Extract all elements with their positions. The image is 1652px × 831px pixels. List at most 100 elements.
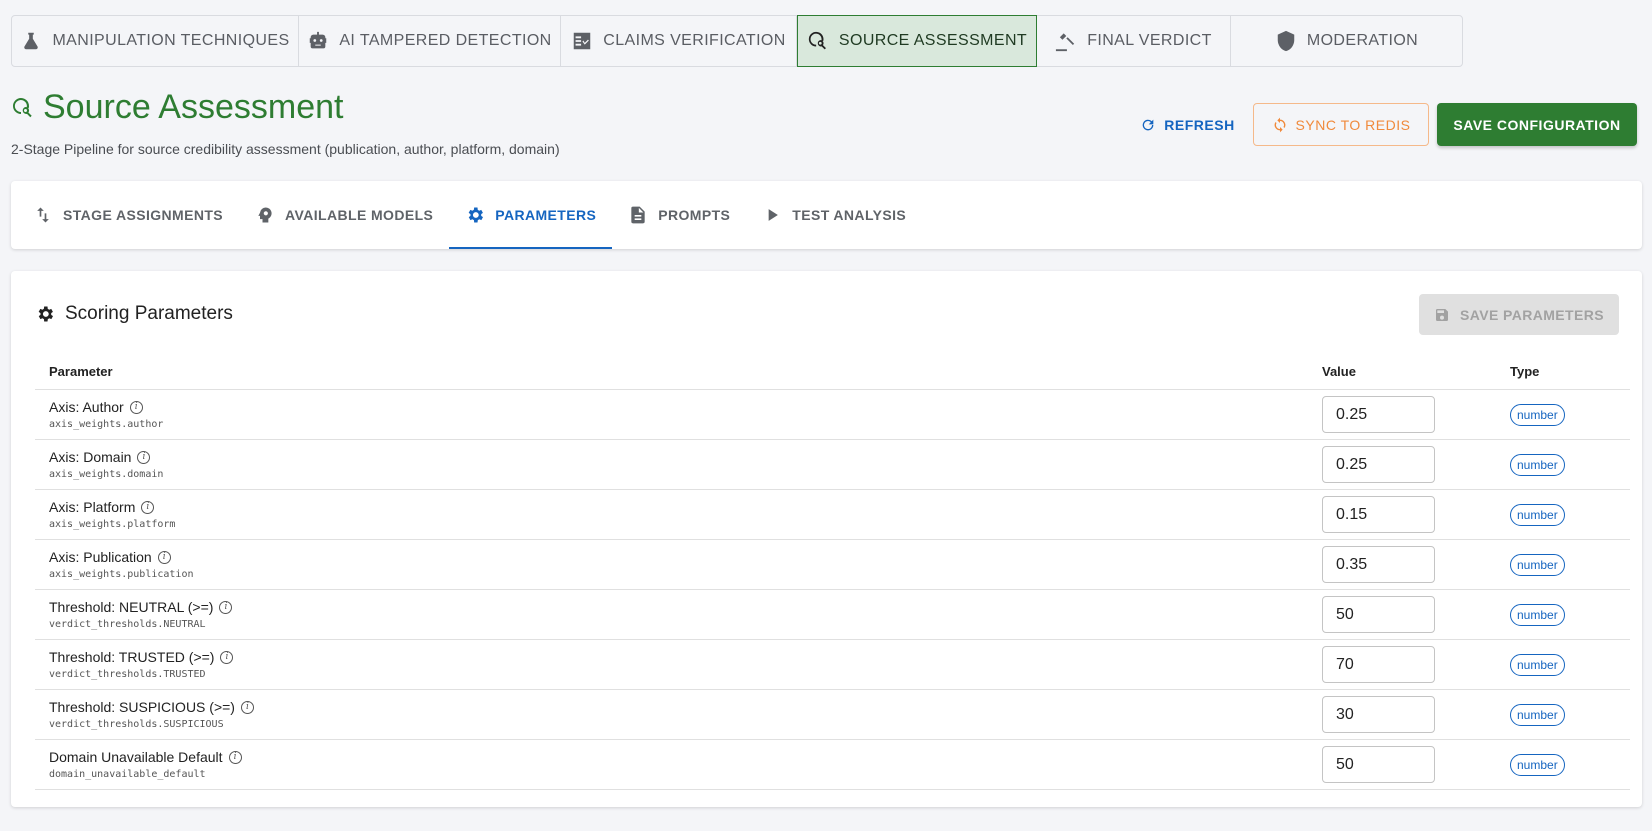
parameter-key: axis_weights.author: [49, 419, 164, 430]
column-header-value: Value: [1322, 364, 1356, 379]
parameter-label: Axis: Domain i: [49, 449, 1322, 465]
parameter-name: Domain Unavailable Default: [49, 749, 223, 765]
parameter-cell: Axis: Platform i axis_weights.platform: [35, 499, 1322, 530]
type-chip: number: [1510, 753, 1565, 776]
value-input[interactable]: [1322, 546, 1435, 583]
swap-vert-icon: [37, 207, 49, 223]
gear-icon: [468, 207, 484, 223]
parameter-name: Threshold: NEUTRAL (>=): [49, 599, 214, 615]
tab-source-assessment[interactable]: SOURCE ASSESSMENT: [797, 15, 1037, 67]
section-title: Scoring Parameters: [35, 303, 233, 325]
gear-icon: [38, 306, 53, 322]
value-input[interactable]: [1322, 596, 1435, 633]
tab-label: MODERATION: [1306, 32, 1419, 49]
parameter-cell: Threshold: TRUSTED (>=) i verdict_thresho…: [35, 649, 1322, 680]
tab-claims-verification[interactable]: CLAIMS VERIFICATION: [561, 16, 797, 66]
tab-label: FINAL VERDICT: [1087, 32, 1212, 49]
tab-label: PARAMETERS: [495, 207, 597, 223]
parameter-cell: Axis: Domain i axis_weights.domain: [35, 449, 1322, 480]
table-row: Domain Unavailable Default i domain_unava…: [35, 740, 1630, 790]
info-icon[interactable]: i: [137, 450, 151, 464]
parameter-name: Threshold: SUSPICIOUS (>=): [49, 699, 235, 715]
parameter-key: verdict_thresholds.NEUTRAL: [49, 619, 206, 630]
tab-moderation[interactable]: MODERATION: [1231, 16, 1462, 66]
module-tabs: MANIPULATION TECHNIQUES AI TAMPERED DETE…: [11, 15, 1463, 67]
value-input[interactable]: [1322, 646, 1435, 683]
save-configuration-button[interactable]: SAVE CONFIGURATION: [1437, 103, 1637, 146]
sync-to-redis-button[interactable]: SYNC TO REDIS: [1253, 103, 1429, 146]
robot-icon: [310, 31, 327, 49]
info-icon[interactable]: i: [220, 650, 234, 664]
table-row: Axis: Domain i axis_weights.domain number: [35, 440, 1630, 490]
parameter-label: Threshold: NEUTRAL (>=) i: [49, 599, 1322, 615]
tab-label: SOURCE ASSESSMENT: [838, 32, 1028, 49]
parameter-key: axis_weights.domain: [49, 469, 164, 480]
type-chip: number: [1510, 553, 1565, 576]
value-input[interactable]: [1322, 696, 1435, 733]
parameter-name: Axis: Platform: [49, 499, 136, 515]
tab-prompts[interactable]: PROMPTS: [612, 181, 746, 249]
psychology-icon: [258, 207, 272, 223]
parameter-cell: Axis: Publication i axis_weights.publicat…: [35, 549, 1322, 580]
sub-tabs: STAGE ASSIGNMENTS AVAILABLE MODELS PARAM…: [11, 181, 1642, 249]
table-row: Axis: Author i axis_weights.author number: [35, 390, 1630, 440]
parameter-name: Threshold: TRUSTED (>=): [49, 649, 215, 665]
sync-icon: [1274, 117, 1285, 132]
parameter-name: Axis: Author: [49, 399, 124, 415]
tab-available-models[interactable]: AVAILABLE MODELS: [239, 181, 449, 249]
tab-label: AVAILABLE MODELS: [285, 207, 434, 223]
type-chip: number: [1510, 653, 1565, 676]
parameter-label: Threshold: TRUSTED (>=) i: [49, 649, 1322, 665]
parameter-cell: Domain Unavailable Default i domain_unava…: [35, 749, 1322, 780]
sync-label: SYNC TO REDIS: [1295, 116, 1411, 133]
document-icon: [631, 206, 645, 224]
tab-manipulation-techniques[interactable]: MANIPULATION TECHNIQUES: [12, 16, 299, 66]
table-row: Axis: Platform i axis_weights.platform nu…: [35, 490, 1630, 540]
refresh-button[interactable]: REFRESH: [1130, 103, 1245, 146]
save-parameters-button[interactable]: SAVE PARAMETERS: [1419, 294, 1619, 335]
parameter-cell: Axis: Author i axis_weights.author: [35, 399, 1322, 430]
scoring-parameters-card: Scoring Parameters SAVE PARAMETERS Param…: [11, 271, 1642, 807]
header-actions: REFRESH SYNC TO REDIS SAVE CONFIGURATION: [1130, 103, 1637, 146]
tab-stage-assignments[interactable]: STAGE ASSIGNMENTS: [17, 181, 239, 249]
save-parameters-label: SAVE PARAMETERS: [1460, 306, 1604, 323]
parameters-table: Parameter Value Type Axis: Author i axis_…: [35, 354, 1630, 790]
type-chip: number: [1510, 403, 1565, 426]
info-icon[interactable]: i: [219, 600, 233, 614]
tab-final-verdict[interactable]: FINAL VERDICT: [1037, 16, 1231, 66]
parameter-label: Threshold: SUSPICIOUS (>=) i: [49, 699, 1322, 715]
tab-ai-tampered-detection[interactable]: AI TAMPERED DETECTION: [299, 16, 561, 66]
parameter-label: Axis: Platform i: [49, 499, 1322, 515]
tab-label: MANIPULATION TECHNIQUES: [52, 32, 290, 49]
gavel-icon: [1056, 33, 1075, 52]
parameter-name: Axis: Domain: [49, 449, 132, 465]
info-icon[interactable]: i: [228, 750, 242, 764]
tab-parameters[interactable]: PARAMETERS: [449, 181, 613, 249]
parameter-label: Axis: Author i: [49, 399, 1322, 415]
parameter-cell: Threshold: SUSPICIOUS (>=) i verdict_thre…: [35, 699, 1322, 730]
tab-label: CLAIMS VERIFICATION: [603, 32, 786, 49]
travel-explore-icon: [808, 31, 826, 50]
value-input[interactable]: [1322, 446, 1435, 483]
column-header-type: Type: [1510, 364, 1540, 379]
table-row: Axis: Publication i axis_weights.publicat…: [35, 540, 1630, 590]
table-row: Threshold: SUSPICIOUS (>=) i verdict_thre…: [35, 690, 1630, 740]
type-chip: number: [1510, 503, 1565, 526]
tab-label: TEST ANALYSIS: [792, 207, 907, 223]
parameter-key: domain_unavailable_default: [49, 769, 206, 780]
info-icon[interactable]: i: [157, 550, 171, 564]
value-input[interactable]: [1322, 496, 1435, 533]
column-header-parameter: Parameter: [49, 364, 113, 379]
refresh-icon: [1142, 119, 1154, 130]
type-chip: number: [1510, 703, 1565, 726]
parameter-key: verdict_thresholds.SUSPICIOUS: [49, 719, 224, 730]
value-input[interactable]: [1322, 746, 1435, 783]
info-icon[interactable]: i: [141, 500, 155, 514]
info-icon[interactable]: i: [129, 400, 143, 414]
parameter-label: Domain Unavailable Default i: [49, 749, 1322, 765]
tab-test-analysis[interactable]: TEST ANALYSIS: [746, 181, 922, 249]
info-icon[interactable]: i: [240, 700, 254, 714]
page-title: Source Assessment: [11, 88, 343, 127]
value-input[interactable]: [1322, 396, 1435, 433]
flask-icon: [24, 32, 39, 50]
